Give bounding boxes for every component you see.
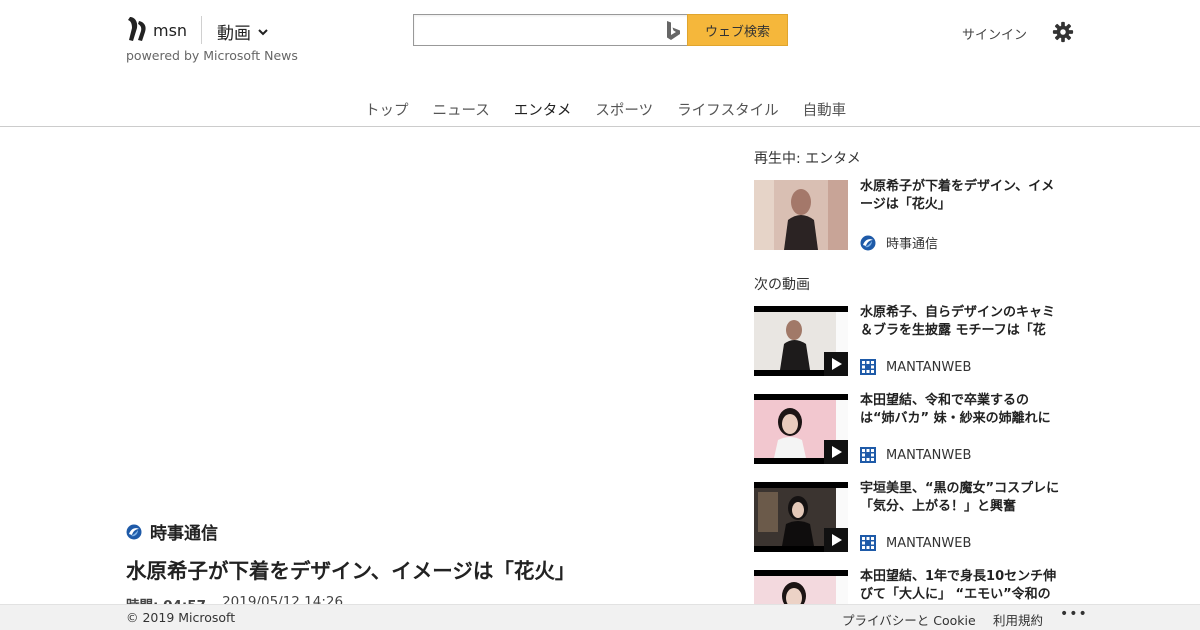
signin-link[interactable]: サインイン	[962, 24, 1027, 43]
next-video-title-4[interactable]: 本田望結、1年で身長10センチ伸びて「大人に」 “エモい”令和の	[860, 568, 1060, 604]
msn-logo-text[interactable]: msn	[153, 21, 187, 40]
next-video-title-1[interactable]: 水原希子、自らデザインのキャミ＆ブラを生披露 モチーフは「花火」	[860, 304, 1060, 340]
next-video-thumbnail-2[interactable]	[754, 394, 848, 464]
video-player[interactable]	[126, 140, 726, 500]
section-label: 動画	[217, 24, 251, 44]
next-video-source-name-3: MANTANWEB	[886, 535, 972, 551]
now-playing-title[interactable]: 水原希子が下着をデザイン、イメージは「花火」	[860, 178, 1060, 218]
search-box	[413, 14, 688, 46]
nav-item-sports[interactable]: スポーツ	[595, 99, 653, 120]
play-icon	[824, 352, 848, 376]
nav-item-lifestyle[interactable]: ライフスタイル	[677, 99, 779, 120]
next-video-source-name-1: MANTANWEB	[886, 359, 972, 375]
now-playing-source-name: 時事通信	[886, 237, 939, 252]
next-video-source-2: MANTANWEB	[860, 447, 971, 463]
next-video-source-1: MANTANWEB	[860, 359, 971, 375]
mantanweb-logo-icon	[860, 535, 876, 551]
category-nav: トップ ニュース エンタメ スポーツ ライフスタイル 自動車	[0, 99, 1200, 120]
next-video-title-3[interactable]: 宇垣美里、“黒の魔女”コスプレに「気分、上がる！」と興奮	[860, 480, 1060, 516]
jiji-logo-icon	[126, 524, 142, 539]
nav-item-autos[interactable]: 自動車	[803, 99, 847, 120]
chevron-down-icon	[258, 28, 268, 35]
play-icon	[824, 528, 848, 552]
terms-link[interactable]: 利用規約	[993, 610, 1043, 629]
bing-icon	[667, 21, 680, 40]
article-source-name: 時事通信	[150, 524, 218, 544]
next-videos-heading: 次の動画	[754, 277, 810, 293]
copyright-text: © 2019 Microsoft	[126, 610, 236, 625]
play-icon	[824, 440, 848, 464]
next-video-thumbnail-1[interactable]	[754, 306, 848, 376]
privacy-link[interactable]: プライバシーと Cookie	[842, 610, 976, 629]
footer: © 2019 Microsoft プライバシーと Cookie 利用規約 •••	[0, 604, 1200, 630]
next-video-title-2[interactable]: 本田望結、令和で卒業するのは“姉バカ” 妹・紗来の姉離れに「ちょっと悲しい」	[860, 392, 1060, 428]
nav-item-entertainment[interactable]: エンタメ	[514, 99, 572, 120]
now-playing-thumbnail[interactable]	[754, 180, 848, 250]
nav-item-top[interactable]: トップ	[365, 99, 409, 120]
powered-by-text: powered by Microsoft News	[126, 48, 298, 63]
web-search-button[interactable]: ウェブ検索	[687, 14, 788, 46]
logo-divider	[201, 16, 202, 44]
nav-divider	[0, 126, 1200, 127]
search-input[interactable]	[414, 15, 654, 45]
mantanweb-logo-icon	[860, 447, 876, 463]
nav-item-news[interactable]: ニュース	[433, 99, 490, 120]
section-dropdown[interactable]: 動画	[217, 19, 269, 44]
msn-logo-icon[interactable]	[126, 15, 150, 43]
page: msn 動画 powered by Microsoft News ウェブ検索 サ…	[0, 0, 1200, 630]
gear-icon[interactable]	[1052, 21, 1074, 43]
next-video-thumbnail-3[interactable]	[754, 482, 848, 552]
now-playing-source: 時事通信	[860, 233, 938, 252]
more-options-icon[interactable]: •••	[1060, 606, 1088, 622]
jiji-logo-icon	[860, 235, 876, 250]
article-title: 水原希子が下着をデザイン、イメージは「花火」	[126, 559, 576, 583]
mantanweb-logo-icon	[860, 359, 876, 375]
article-source[interactable]: 時事通信	[126, 519, 218, 544]
next-video-source-3: MANTANWEB	[860, 535, 971, 551]
thumbnail-image	[754, 180, 848, 250]
now-playing-heading: 再生中: エンタメ	[754, 151, 861, 167]
next-video-source-name-2: MANTANWEB	[886, 447, 972, 463]
